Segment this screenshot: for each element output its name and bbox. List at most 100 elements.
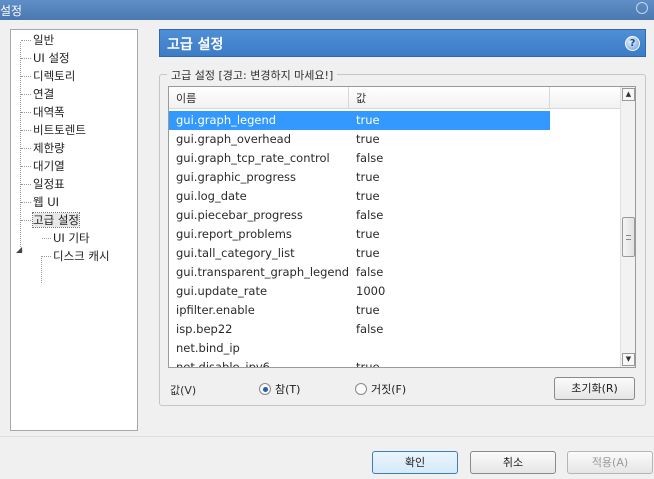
list-header: 이름 값 [169,87,621,109]
table-row[interactable]: gui.tall_category_list true [169,244,621,263]
table-row[interactable]: gui.graph_overhead true [169,130,621,149]
setting-name: isp.bep22 [176,322,233,336]
tree-item-bandwidth[interactable]: 대역폭 [21,104,65,120]
setting-value: 1000 [356,284,386,298]
tree-item-queueing[interactable]: 대기열 [21,158,65,174]
setting-name: net.bind_ip [176,341,240,355]
tree-item-label: 제한량 [33,141,65,155]
tree-guide-line [41,256,42,283]
tree-item-connection[interactable]: 연결 [20,86,55,102]
radio-dot-icon [259,383,271,395]
scroll-up-icon[interactable]: ▲ [622,88,635,101]
radio-true[interactable]: 참(T) [259,382,300,397]
tree-item-label: 대역폭 [33,105,65,119]
tree-item-label: 디렉토리 [33,69,76,83]
table-row[interactable]: net.disable_ipv6 true [169,358,621,367]
list-rows: gui.graph_legend true gui.graph_overhead tr… [169,111,621,367]
radio-false[interactable]: 거짓(F) [355,382,406,397]
table-row[interactable]: ipfilter.enable true [169,301,621,320]
setting-name: ipfilter.enable [176,303,255,317]
settings-list[interactable]: 이름 값 gui.graph_legend true gui.graph_overh… [168,86,636,368]
setting-name: gui.piecebar_progress [176,208,303,222]
group-legend: 고급 설정 [경고: 변경하지 마세요!] [167,67,338,83]
value-label: 값(V) [170,384,197,397]
tree-item-bittorrent[interactable]: 비트토렌트 [21,122,86,138]
tree-item-disk-cache[interactable]: 디스크 캐시 [42,248,110,264]
column-header-value[interactable]: 값 [356,90,366,106]
table-row[interactable]: net.bind_ip [169,339,621,358]
table-row[interactable]: gui.update_rate 1000 [169,282,621,301]
window-control-icon[interactable] [636,2,648,14]
footer-divider [0,436,654,437]
tree-item-label: 웹 UI [33,195,60,209]
setting-value: true [356,360,380,367]
radio-true-label: 참(T) [275,383,301,396]
table-row[interactable]: gui.log_date true [169,187,621,206]
tree-item-directories[interactable]: 디렉토리 [20,68,76,84]
table-row[interactable]: gui.graphic_progress true [169,168,621,187]
ok-button[interactable]: 확인 [372,451,458,474]
radio-false-label: 거짓(F) [371,383,407,396]
tree-item-label: 연결 [33,87,55,101]
tree-item-general[interactable]: 일반 [20,32,54,48]
setting-name: net.disable_ipv6 [176,360,270,367]
tree-item-label: 대기열 [33,159,65,173]
list-scrollbar[interactable]: ▲ ▼ [620,87,635,367]
setting-value: false [356,265,384,279]
tree-item-web-ui[interactable]: 웹 UI [20,194,60,210]
table-row[interactable]: gui.report_problems true [169,225,621,244]
scroll-down-icon[interactable]: ▼ [622,353,635,366]
table-row[interactable]: gui.graph_tcp_rate_control false [169,149,621,168]
setting-value: true [356,189,380,203]
column-divider[interactable] [549,87,550,109]
setting-name: gui.log_date [176,189,247,203]
reset-button[interactable]: 초기화(R) [554,377,635,400]
window-title: 설정 [0,4,23,18]
setting-value: false [356,322,384,336]
table-row[interactable]: gui.transparent_graph_legend false [169,263,621,282]
column-divider[interactable] [348,87,349,109]
tree-item-transfer-cap[interactable]: 제한량 [21,140,65,156]
table-row[interactable]: gui.graph_legend true [169,111,621,130]
page-title: 고급 설정 [167,37,224,53]
setting-name: gui.graph_legend [176,113,277,127]
setting-name: gui.tall_category_list [176,246,295,260]
row-blank-cell [550,111,621,130]
tree-item-label: 비트토렌트 [33,123,86,137]
page-header: 고급 설정 ? [159,29,646,57]
setting-name: gui.graph_overhead [176,132,292,146]
expand-arrow-icon[interactable]: ◢ [16,245,22,254]
table-row[interactable]: gui.piecebar_progress false [169,206,621,225]
setting-value: false [356,208,384,222]
tree-item-label: 디스크 캐시 [53,249,110,263]
setting-name: gui.transparent_graph_legend [176,265,350,279]
setting-value: false [356,151,384,165]
setting-value: true [356,227,380,241]
column-header-name[interactable]: 이름 [176,90,196,106]
cancel-button[interactable]: 취소 [470,451,556,474]
tree-guide-line [20,42,21,247]
tree-item-label: 일정표 [33,177,65,191]
grip-icon [626,235,631,240]
tree-item-scheduler[interactable]: 일정표 [21,176,65,192]
tree-item-ui-extras[interactable]: UI 기타 [42,230,90,246]
tree-item-label: UI 기타 [53,231,90,245]
help-icon[interactable]: ? [625,36,640,51]
tree-item-advanced[interactable]: 고급 설정 [21,212,80,228]
setting-value: true [356,303,380,317]
setting-name: gui.graph_tcp_rate_control [176,151,330,165]
setting-name: gui.report_problems [176,227,292,241]
tree-item-label: 고급 설정 [32,212,80,228]
scroll-thumb[interactable] [622,217,635,257]
tree-item-ui-settings[interactable]: UI 설정 [21,50,70,66]
setting-value: true [356,132,380,146]
table-row[interactable]: isp.bep22 false [169,320,621,339]
setting-value: true [356,113,380,127]
radio-dot-icon [355,383,367,395]
window-title-bar: 설정 [0,0,654,20]
tree-item-label: UI 설정 [33,51,70,65]
apply-button[interactable]: 적용(A) [567,451,653,474]
setting-name: gui.graphic_progress [176,170,297,184]
setting-value: true [356,246,380,260]
settings-tree: ◢ 일반 UI 설정 디렉토리 연결 대역폭 비트토렌트 제한량 대기열 일정표… [10,29,138,431]
